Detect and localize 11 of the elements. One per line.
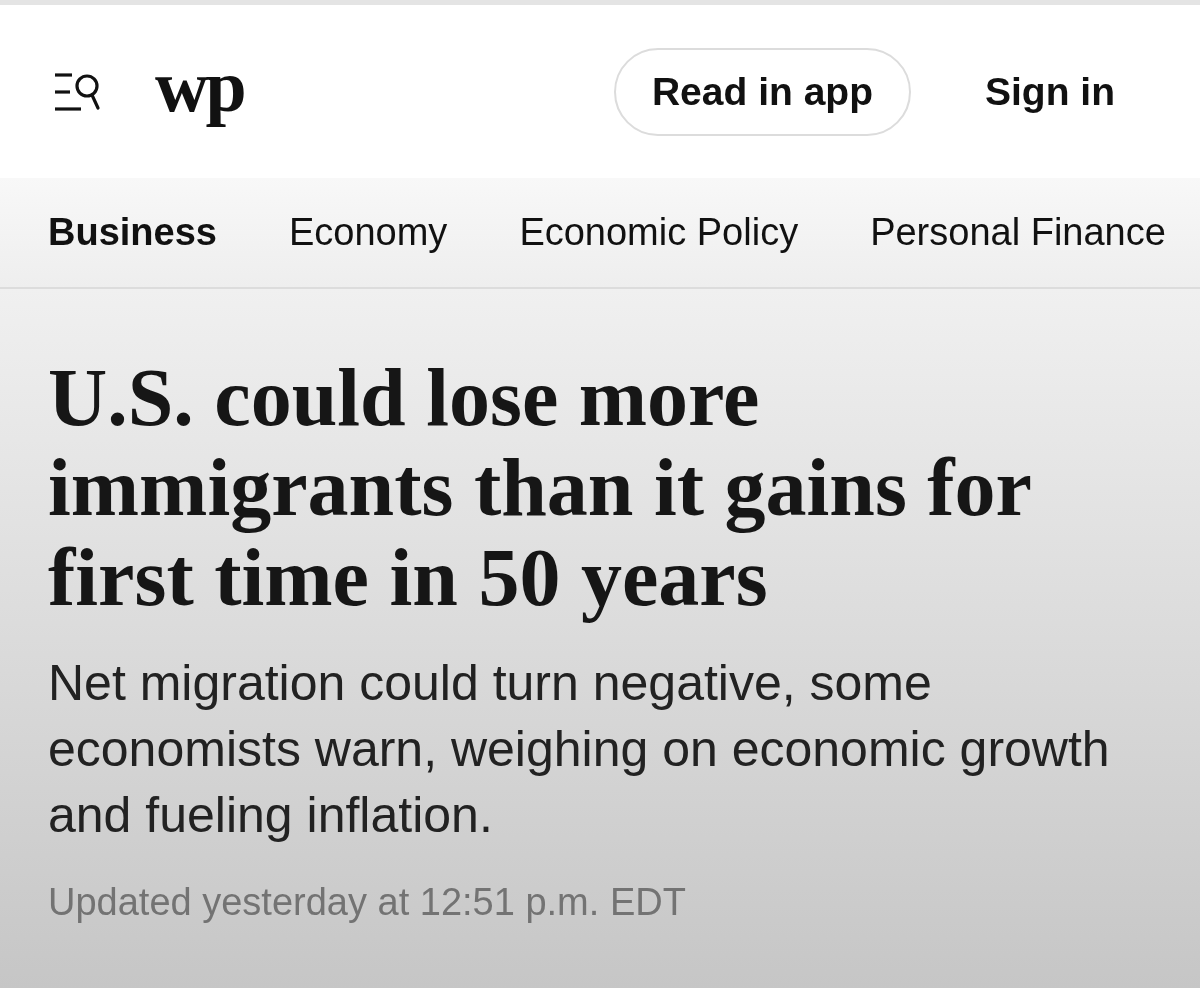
- nav-tab[interactable]: Economy: [288, 211, 448, 254]
- subheadline: Net migration could turn negative, some economists warn, weighing on economic growth and fueling inflation.: [48, 654, 1111, 845]
- logo[interactable]: wp: [155, 48, 244, 135]
- nav-tab[interactable]: Economic Policy: [519, 211, 799, 254]
- headline: U.S. could lose more immigrants than it gains for first time in 50 years: [48, 353, 1032, 623]
- nav-tab[interactable]: Personal Finance: [870, 211, 1166, 254]
- read-in-app-button[interactable]: Read in app: [613, 47, 911, 136]
- timestamp: Updated yesterday at 12:51 p.m. EDT: [48, 881, 687, 924]
- nav-tab[interactable]: Business: [48, 211, 217, 254]
- menu-search-icon[interactable]: [55, 72, 101, 111]
- sign-in-button[interactable]: Sign in: [985, 61, 1115, 122]
